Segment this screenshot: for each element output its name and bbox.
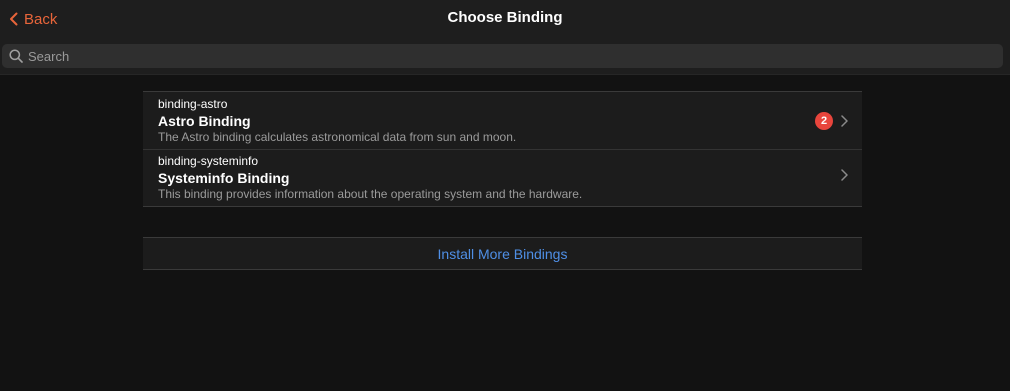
binding-list: binding-astro Astro Binding The Astro bi… [143,91,862,207]
page-title: Choose Binding [447,9,563,26]
search-input[interactable] [28,48,968,64]
install-more-bindings-button[interactable]: Install More Bindings [143,237,862,270]
binding-id: binding-astro [158,97,228,111]
binding-id: binding-systeminfo [158,154,259,168]
searchbar-container [0,42,1010,75]
item-after [841,169,848,181]
binding-item-astro[interactable]: binding-astro Astro Binding The Astro bi… [143,92,862,149]
chevron-right-icon [841,169,848,181]
binding-description: The Astro binding calculates astronomica… [158,130,517,144]
navbar: Back Choose Binding [0,0,1010,42]
searchbar[interactable] [2,44,1003,68]
binding-item-systeminfo[interactable]: binding-systeminfo Systeminfo Binding Th… [143,149,862,206]
count-badge: 2 [815,112,833,130]
search-icon [9,49,23,63]
binding-title: Systeminfo Binding [158,170,290,186]
item-after: 2 [815,112,848,130]
chevron-right-icon [841,115,848,127]
binding-title: Astro Binding [158,113,251,129]
binding-description: This binding provides information about … [158,187,583,201]
install-more-label: Install More Bindings [437,245,568,262]
